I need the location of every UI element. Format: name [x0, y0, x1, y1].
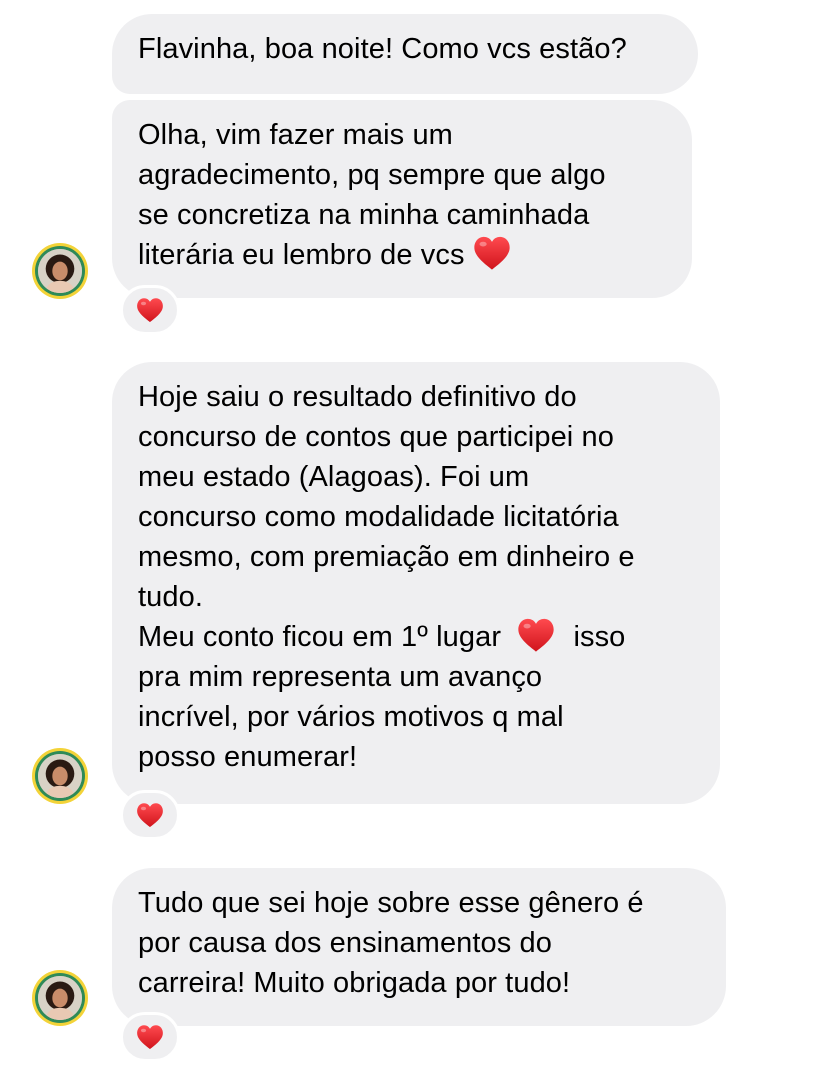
message-text: se concretiza na minha caminhada — [138, 199, 590, 231]
profile-photo-icon — [38, 754, 82, 798]
message-text: Hoje saiu o resultado definitivo do — [138, 381, 577, 413]
message-text: concurso de contos que participei no — [138, 421, 614, 453]
heart-emoji-icon — [517, 617, 555, 653]
message-text: posso enumerar! — [138, 741, 358, 773]
message-bubble[interactable]: Olha, vim fazer mais um agradecimento, p… — [112, 100, 692, 298]
heart-emoji-icon — [473, 235, 511, 271]
profile-photo-icon — [38, 976, 82, 1020]
message-bubble[interactable]: Tudo que sei hoje sobre esse gênero é po… — [112, 868, 726, 1026]
profile-photo-icon — [38, 249, 82, 293]
avatar[interactable] — [32, 970, 88, 1026]
message-text: Flavinha, boa noite! Como vcs estão? — [138, 33, 627, 65]
message-text: Meu conto ficou em 1º lugar — [138, 621, 502, 653]
reaction-badge[interactable] — [120, 790, 180, 840]
message-text: agradecimento, pq sempre que algo — [138, 159, 606, 191]
message-text: mesmo, com premiação em dinheiro e — [138, 541, 635, 573]
avatar[interactable] — [32, 748, 88, 804]
message-bubble[interactable]: Flavinha, boa noite! Como vcs estão? — [112, 14, 698, 94]
message-text: incrível, por vários motivos q mal — [138, 701, 564, 733]
message-text: concurso como modalidade licitatória — [138, 501, 619, 533]
reaction-badge[interactable] — [120, 285, 180, 335]
message-text: Tudo que sei hoje sobre esse gênero é — [138, 887, 644, 919]
message-text: tudo. — [138, 581, 203, 613]
avatar[interactable] — [32, 243, 88, 299]
reaction-badge[interactable] — [120, 1012, 180, 1062]
message-text: carreira! Muito obrigada por tudo! — [138, 967, 571, 999]
heart-icon — [136, 1024, 164, 1050]
heart-icon — [136, 297, 164, 323]
message-bubble[interactable]: Hoje saiu o resultado definitivo do conc… — [112, 362, 720, 804]
message-text: meu estado (Alagoas). Foi um — [138, 461, 530, 493]
message-text: por causa dos ensinamentos do — [138, 927, 552, 959]
message-text: isso — [573, 621, 626, 653]
message-text: pra mim representa um avanço — [138, 661, 543, 693]
heart-icon — [136, 802, 164, 828]
message-text: Olha, vim fazer mais um — [138, 119, 453, 151]
message-text: literária eu lembro de vcs — [138, 239, 465, 271]
